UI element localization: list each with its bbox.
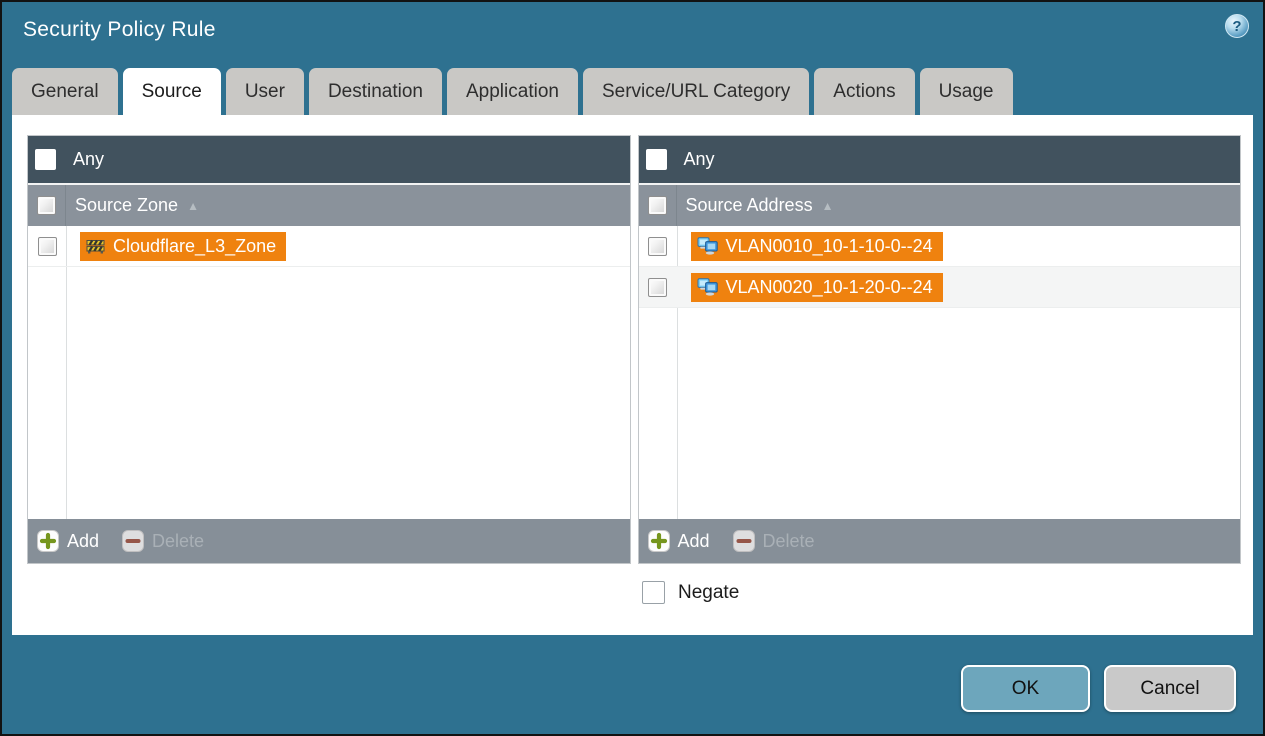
- source-address-any-label: Any: [683, 149, 715, 169]
- sort-ascending-icon[interactable]: ▲: [822, 199, 834, 213]
- add-label: Add: [67, 530, 100, 551]
- select-all-cell: [28, 185, 66, 226]
- add-button[interactable]: Add: [37, 530, 99, 552]
- source-zone-row[interactable]: Cloudflare_L3_Zone: [28, 226, 630, 267]
- source-address-select-all-checkbox[interactable]: [647, 196, 667, 215]
- address-tag[interactable]: VLAN0020_10-1-20-0--24: [690, 272, 943, 302]
- source-zone-any-label: Any: [73, 149, 105, 169]
- tab-general[interactable]: General: [12, 68, 118, 115]
- row-checkbox-cell: [639, 267, 677, 307]
- tab-service-url-category[interactable]: Service/URL Category: [582, 68, 810, 115]
- row-checkbox-cell: [639, 226, 677, 266]
- source-address-row[interactable]: VLAN0010_10-1-10-0--24: [638, 226, 1240, 267]
- delete-icon: [732, 530, 755, 552]
- address-label: VLAN0010_10-1-10-0--24: [725, 235, 933, 256]
- checkbox-column-divider: [66, 226, 67, 519]
- source-zone-column-header[interactable]: Source Zone ▲: [28, 183, 630, 226]
- add-button[interactable]: Add: [647, 530, 710, 552]
- add-icon: [647, 530, 670, 552]
- tab-application[interactable]: Application: [447, 68, 578, 115]
- select-all-cell: [639, 185, 677, 226]
- source-address-column-header[interactable]: Source Address ▲: [638, 183, 1240, 226]
- tab-user[interactable]: User: [225, 68, 304, 115]
- row-checkbox-cell: [28, 226, 66, 266]
- delete-button[interactable]: Delete: [732, 530, 815, 552]
- source-zone-rows: Cloudflare_L3_Zone: [28, 226, 630, 519]
- tab-bar: General Source User Destination Applicat…: [12, 68, 1013, 115]
- sort-ascending-icon[interactable]: ▲: [187, 199, 199, 213]
- source-zone-column-label: Source Zone: [75, 195, 179, 215]
- panels-container: Any Source Zone ▲ Cloudflare_L3_Zone Add…: [12, 115, 1253, 564]
- network-icon: [697, 278, 718, 296]
- add-label: Add: [677, 530, 710, 551]
- cancel-button[interactable]: Cancel: [1104, 665, 1236, 712]
- network-icon: [697, 237, 718, 255]
- delete-icon: [122, 530, 145, 552]
- source-zone-row-checkbox[interactable]: [37, 236, 57, 256]
- dialog-footer: OK Cancel: [961, 665, 1236, 712]
- source-address-row[interactable]: VLAN0020_10-1-20-0--24: [638, 267, 1240, 308]
- delete-button[interactable]: Delete: [122, 530, 204, 552]
- source-zone-panel: Any Source Zone ▲ Cloudflare_L3_Zone Add…: [27, 135, 631, 564]
- address-tag[interactable]: VLAN0010_10-1-10-0--24: [690, 231, 943, 261]
- delete-label: Delete: [152, 530, 205, 551]
- tab-actions[interactable]: Actions: [814, 68, 915, 115]
- negate-checkbox[interactable]: [642, 581, 665, 604]
- negate-label: Negate: [678, 581, 740, 603]
- negate-row: Negate: [642, 581, 739, 604]
- security-policy-rule-dialog: { "dialog": { "title": "Security Policy …: [0, 0, 1265, 736]
- source-address-row-checkbox[interactable]: [648, 236, 667, 256]
- source-address-footer: Add Delete: [638, 519, 1240, 563]
- zone-label: Cloudflare_L3_Zone: [113, 235, 277, 256]
- add-icon: [37, 530, 59, 552]
- tab-usage[interactable]: Usage: [919, 68, 1013, 115]
- source-address-row-checkbox[interactable]: [648, 277, 667, 297]
- delete-label: Delete: [762, 530, 815, 551]
- source-zone-footer: Add Delete: [28, 519, 630, 563]
- source-zone-any-checkbox[interactable]: [35, 149, 56, 170]
- address-label: VLAN0020_10-1-20-0--24: [725, 276, 933, 297]
- help-icon[interactable]: ?: [1225, 14, 1249, 38]
- dialog-body: Any Source Zone ▲ Cloudflare_L3_Zone Add…: [12, 115, 1253, 635]
- source-address-panel: Any Source Address ▲ VLAN0010_10-1-10-0-…: [637, 135, 1241, 564]
- tab-source[interactable]: Source: [122, 68, 221, 115]
- source-address-any-header: Any: [638, 136, 1240, 183]
- zone-tag[interactable]: Cloudflare_L3_Zone: [80, 231, 287, 261]
- source-address-rows: VLAN0010_10-1-10-0--24 VLAN0020_10-1-20-…: [638, 226, 1240, 519]
- ok-button[interactable]: OK: [961, 665, 1090, 712]
- source-zone-any-header: Any: [28, 136, 630, 183]
- source-address-any-checkbox[interactable]: [645, 149, 667, 170]
- tab-destination[interactable]: Destination: [308, 68, 442, 115]
- source-zone-select-all-checkbox[interactable]: [37, 196, 56, 215]
- dialog-title: Security Policy Rule: [23, 18, 216, 41]
- title-bar: Security Policy Rule ?: [2, 2, 1263, 66]
- source-address-column-label: Source Address: [685, 195, 813, 215]
- zone-icon: [86, 239, 105, 254]
